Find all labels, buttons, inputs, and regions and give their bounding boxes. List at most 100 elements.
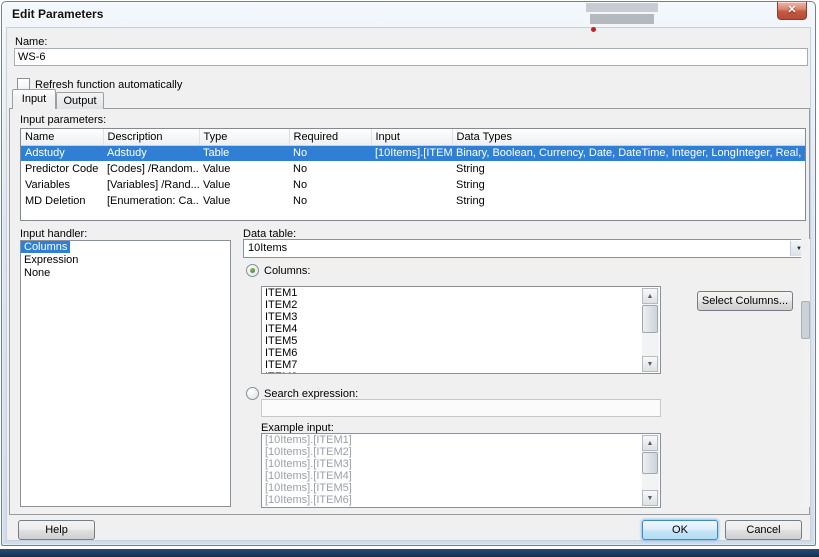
input-parameters-table: Name Description Type Required Input Dat… [20,128,806,221]
list-item[interactable]: ITEM3 [262,311,643,323]
list-item[interactable]: None [21,267,230,280]
list-item[interactable]: ITEM5 [262,335,643,347]
cell-description: [Variables] /Rand... [103,177,199,193]
list-item[interactable]: ITEM1 [262,287,643,299]
list-item[interactable]: Columns [21,241,230,254]
input-tab-page: Input parameters: Name Description Typ [9,108,810,515]
close-icon: ✕ [787,4,796,16]
table-row[interactable]: MD Deletion [Enumeration: Ca... Value No… [21,193,805,209]
refresh-checkbox-label: Refresh function automatically [35,79,182,91]
redacted-area [586,3,658,12]
scroll-up-icon: ▲ [647,293,654,300]
input-handler-list: Columns Expression None [20,240,231,507]
list-item: [10Items].[ITEM1] [262,434,643,446]
help-button[interactable]: Help [18,520,95,540]
cell-input: [10Items].[ITEM1]... [371,145,452,161]
cell-description: [Codes] /Random... [103,161,199,177]
example-list-scrollbar[interactable]: ▲ ▼ [642,435,659,506]
input-handler-label: Input handler: [20,228,87,240]
list-item[interactable]: ITEM8 [262,371,643,374]
title-bar[interactable]: Edit Parameters ✕ [2,2,815,27]
columns-list-scrollbar[interactable]: ▲ ▼ [642,288,659,372]
tab-input[interactable]: Input [12,89,56,109]
cell-type: Value [199,177,289,193]
list-item[interactable]: ITEM6 [262,347,643,359]
cell-input [371,177,452,193]
scroll-down-icon: ▼ [647,495,654,502]
list-item: [10Items].[ITEM2] [262,446,643,458]
list-item[interactable]: ITEM7 [262,359,643,371]
scroll-up-button[interactable]: ▲ [642,435,658,451]
search-expression-input[interactable] [261,399,661,417]
example-input-list: [10Items].[ITEM1] [10Items].[ITEM2] [10I… [261,433,661,508]
cell-description: Adstudy [103,145,199,161]
input-parameters-label: Input parameters: [20,114,106,126]
cell-data-types: String [452,161,805,177]
cell-type: Value [199,161,289,177]
list-item: [10Items].[ITEM4] [262,470,643,482]
scrollbar-thumb[interactable] [642,305,658,333]
cell-required: No [289,177,371,193]
columns-radio-label: Columns: [264,265,310,277]
scroll-down-button[interactable]: ▼ [642,490,658,506]
cell-required: No [289,161,371,177]
data-table-value: 10Items [248,242,287,254]
column-header-required[interactable]: Required [289,129,371,145]
cell-data-types: String [452,177,805,193]
name-input[interactable] [14,48,808,66]
red-dot [591,27,596,32]
column-header-type[interactable]: Type [199,129,289,145]
column-header-input[interactable]: Input [371,129,452,145]
cell-input [371,161,452,177]
data-table-select[interactable]: 10Items ▼ [243,239,809,258]
columns-list: ITEM1 ITEM2 ITEM3 ITEM4 ITEM5 ITEM6 ITEM… [261,286,661,374]
tab-output[interactable]: Output [56,92,104,109]
scrollbar-thumb[interactable] [642,452,658,474]
column-header-description[interactable]: Description [103,129,199,145]
list-item: [10Items].[ITEM3] [262,458,643,470]
cancel-button[interactable]: Cancel [725,520,802,540]
column-header-name[interactable]: Name [21,129,103,145]
dialog-title: Edit Parameters [12,7,103,21]
dialog-body: Name: Refresh function automatically Inp… [6,27,811,541]
column-header-data-types[interactable]: Data Types [452,129,805,145]
cell-description: [Enumeration: Ca... [103,193,199,209]
ok-button[interactable]: OK [642,520,718,540]
cell-type: Value [199,193,289,209]
name-label: Name: [15,36,47,48]
columns-list-items: ITEM1 ITEM2 ITEM3 ITEM4 ITEM5 ITEM6 ITEM… [262,287,643,374]
close-button[interactable]: ✕ [777,2,807,20]
table-row[interactable]: Adstudy Adstudy Table No [10Items].[ITEM… [21,145,805,161]
redacted-area [590,14,654,24]
cell-name: Variables [21,177,103,193]
scroll-up-button[interactable]: ▲ [642,288,658,304]
cell-name: Adstudy [21,145,103,161]
cell-data-types: Binary, Boolean, Currency, Date, DateTim… [452,145,805,161]
example-input-items: [10Items].[ITEM1] [10Items].[ITEM2] [10I… [262,434,643,506]
select-columns-button[interactable]: Select Columns... [697,291,793,311]
cell-name: Predictor Code [21,161,103,177]
list-item[interactable]: ITEM2 [262,299,643,311]
columns-radio[interactable] [246,264,259,277]
edit-parameters-dialog: Edit Parameters ✕ Name: Refresh function… [1,1,816,546]
screen: Edit Parameters ✕ Name: Refresh function… [0,0,819,557]
scroll-down-icon: ▼ [647,361,654,368]
table-header-row: Name Description Type Required Input Dat… [21,129,805,145]
cell-data-types: String [452,193,805,209]
list-item: [10Items].[ITEM6] [262,494,643,506]
background-window-edge [0,549,819,557]
list-item[interactable]: Expression [21,254,230,267]
scroll-up-icon: ▲ [647,440,654,447]
table-row[interactable]: Variables [Variables] /Rand... Value No … [21,177,805,193]
scroll-down-button[interactable]: ▼ [642,356,658,372]
cell-required: No [289,145,371,161]
cell-input [371,193,452,209]
panel-scrollbar-thumb[interactable] [801,301,810,339]
list-item[interactable]: ITEM4 [262,323,643,335]
cell-name: MD Deletion [21,193,103,209]
panel-scrollbar[interactable] [801,239,810,507]
search-expression-radio[interactable] [246,387,259,400]
cell-required: No [289,193,371,209]
table-row[interactable]: Predictor Code [Codes] /Random... Value … [21,161,805,177]
cell-type: Table [199,145,289,161]
